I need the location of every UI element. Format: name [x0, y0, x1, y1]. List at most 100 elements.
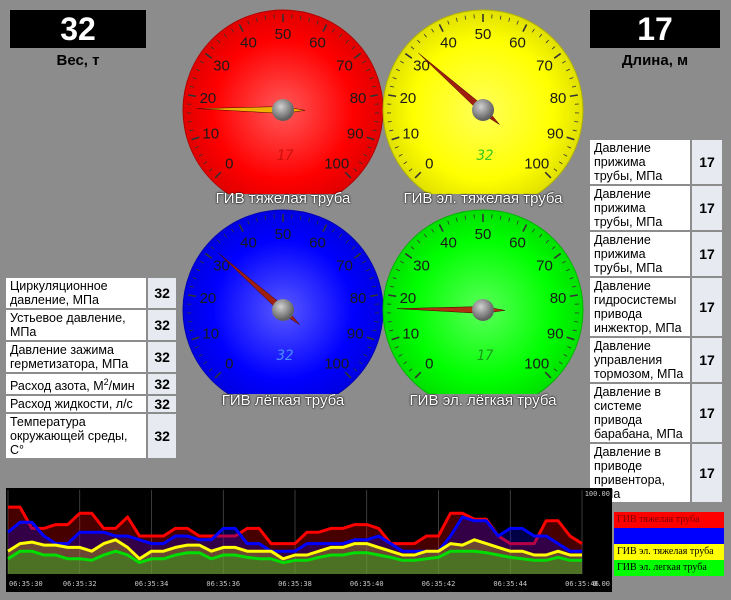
weight-readout: 32: [10, 10, 146, 48]
gauge-tick: [387, 121, 392, 123]
length-label: Длина, м: [621, 52, 689, 69]
gauge-needle-hub: [472, 99, 494, 121]
param-label: Циркуляционное давление, МПа: [6, 278, 147, 308]
gauge-scale-label: 20: [400, 290, 417, 307]
param-label-unit: /мин: [108, 379, 135, 394]
gauge-scale-label: 20: [400, 90, 417, 107]
legend-el-light-pipe: ГИВ эл. легкая труба: [614, 560, 724, 576]
gauge-scale-label: 50: [275, 226, 292, 243]
param-value: 32: [146, 374, 176, 395]
gauge-scale-label: 20: [200, 290, 217, 307]
gauge-tick: [187, 121, 192, 123]
gauge-el-light-pipe: 0 10 20 30 40 50 60 70 80 90 100 17: [382, 209, 584, 394]
trend-x-tick-label: 06:35:40: [350, 580, 384, 588]
gauge-light-pipe-title: ГИВ лёгкая труба: [221, 392, 345, 409]
gauge-scale-label: 40: [240, 234, 257, 251]
gauge-scale-label: 100: [324, 356, 349, 373]
gauge-scale-label: 0: [225, 156, 233, 173]
gauge-scale-label: 100: [324, 156, 349, 173]
gauge-needle-hub: [272, 299, 294, 321]
right-parameters-table: Давление прижима трубы, МПа 17 Давление …: [590, 138, 722, 504]
param-value: 32: [146, 310, 176, 340]
gauge-scale-label: 90: [547, 325, 564, 342]
param-label: Давление управления тормозом, МПа: [590, 338, 691, 382]
trend-x-tick-label: 06:35:44: [493, 580, 527, 588]
gauge-scale-label: 60: [509, 234, 526, 251]
trend-x-tick-label: 06:35:30: [9, 580, 43, 588]
gauge-scale-label: 0: [425, 156, 433, 173]
trend-x-tick-label: 06:35:34: [135, 580, 169, 588]
param-row-ambient-temperature: Температура окружающей среды, С° 32: [6, 414, 176, 459]
trend-chart: 06:35:30 06:35:32 06:35:34 06:35:36 06:35:38…: [6, 488, 612, 592]
param-row-liquid-flow: Расход жидкости, л/с 32: [6, 396, 176, 413]
gauge-scale-label: 10: [202, 325, 219, 342]
gauge-scale-label: 0: [425, 356, 433, 373]
param-row-sealer-clamp-pressure: Давление зажима герметизатора, МПа 32: [6, 342, 176, 372]
gauge-scale-label: 30: [213, 257, 230, 274]
gauge-digital-readout: 32: [476, 148, 494, 164]
param-value: 32: [146, 396, 176, 413]
gauge-scale-label: 70: [536, 57, 553, 74]
param-label: Давление прижима трубы, МПа: [590, 232, 691, 276]
param-label-main: Расход азота, М: [10, 379, 104, 394]
param-value: 17: [690, 384, 722, 442]
gauge-scale-label: 50: [275, 26, 292, 43]
gauge-light-pipe: 0 10 20 30 40 50 60 70 80 90 100 32: [182, 209, 384, 394]
length-readout: 17: [590, 10, 720, 48]
gauge-scale-label: 80: [350, 290, 367, 307]
param-value: 17: [690, 338, 722, 382]
gauge-scale-label: 10: [202, 125, 219, 142]
legend-light-pipe: ГИВ лёгкая труба: [614, 528, 724, 544]
param-label: Давление прижима трубы, МПа: [590, 140, 691, 184]
param-label: Устьевое давление, МПа: [6, 310, 147, 340]
param-row-drum-drive-pressure: Давление в системе привода барабана, МПа…: [590, 384, 722, 442]
gauge-scale-label: 80: [550, 290, 567, 307]
gauge-needle-hub: [472, 299, 494, 321]
gauge-digital-readout: 17: [277, 148, 294, 164]
param-row-nitrogen-flow: Расход азота, М2/мин 32: [6, 374, 176, 395]
gauge-digital-readout: 32: [276, 348, 294, 364]
gauge-scale-label: 0: [225, 356, 233, 373]
left-parameters-table: Циркуляционное давление, МПа 32 Устьевое…: [6, 276, 176, 460]
param-label: Давление зажима герметизатора, МПа: [6, 342, 147, 372]
param-value: 17: [690, 232, 722, 276]
gauge-scale-label: 60: [509, 34, 526, 51]
gauge-scale-label: 60: [309, 234, 326, 251]
param-row-pipe-clamp-pressure-3: Давление прижима трубы, МПа 17: [590, 232, 722, 276]
param-value: 17: [690, 444, 722, 502]
gauge-scale-label: 100: [524, 356, 549, 373]
param-label: Расход жидкости, л/с: [6, 396, 147, 413]
gauge-scale-label: 70: [336, 257, 353, 274]
param-label: Давление гидросистемы привода инжектор, …: [590, 278, 691, 336]
trend-y-max-label: 100.00: [585, 490, 610, 498]
gauge-needle-hub: [272, 99, 294, 121]
gauge-scale-label: 30: [213, 57, 230, 74]
gauge-scale-label: 70: [336, 57, 353, 74]
gauge-heavy-pipe: 0 10 20 30 40 50 60 70 80 90 100 17: [182, 9, 384, 194]
param-value: 32: [146, 414, 176, 459]
gauge-scale-label: 90: [547, 125, 564, 142]
gauge-scale-label: 30: [413, 57, 430, 74]
gauge-scale-label: 40: [440, 234, 457, 251]
param-row-circulation-pressure: Циркуляционное давление, МПа 32: [6, 278, 176, 308]
gauge-scale-label: 50: [475, 226, 492, 243]
gauge-scale-label: 100: [524, 156, 549, 173]
gauge-scale-label: 90: [347, 325, 364, 342]
param-label: Расход азота, М2/мин: [6, 374, 147, 395]
param-value: 17: [690, 140, 722, 184]
param-value: 32: [146, 342, 176, 372]
trend-x-tick-label: 06:35:38: [278, 580, 312, 588]
gauge-scale-label: 70: [536, 257, 553, 274]
trend-x-tick-label: 06:35:36: [206, 580, 240, 588]
gauge-tick: [387, 321, 392, 323]
gauge-scale-label: 40: [440, 34, 457, 51]
weight-label: Вес, т: [56, 52, 100, 69]
param-label: Давление в системе привода барабана, МПа: [590, 384, 691, 442]
gauge-scale-label: 60: [309, 34, 326, 51]
gauge-scale-label: 10: [402, 325, 419, 342]
param-value: 17: [690, 186, 722, 230]
gauge-scale-label: 80: [550, 90, 567, 107]
param-row-injector-hydraulic-pressure: Давление гидросистемы привода инжектор, …: [590, 278, 722, 336]
gauge-el-heavy-pipe: 0 10 20 30 40 50 60 70 80 90 100 32: [382, 9, 584, 194]
gauge-scale-label: 50: [475, 26, 492, 43]
